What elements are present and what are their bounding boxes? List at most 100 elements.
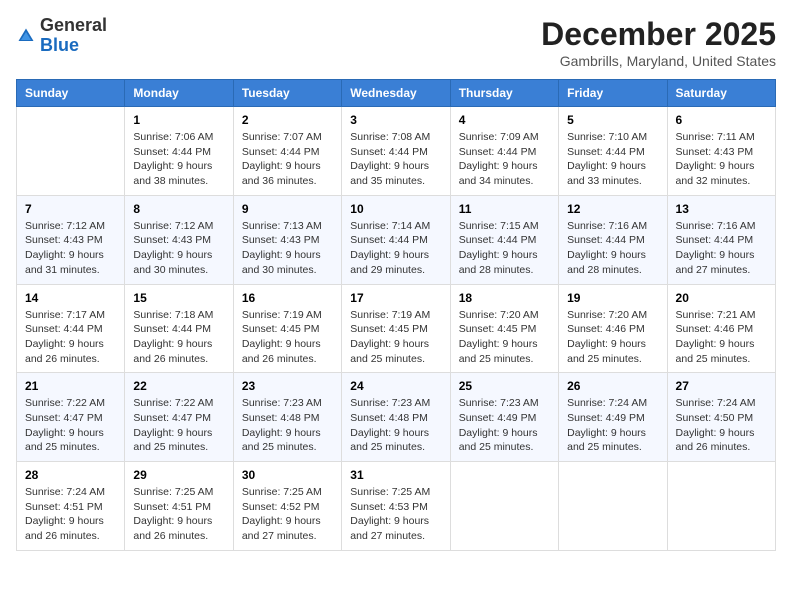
- day-detail: Sunrise: 7:12 AMSunset: 4:43 PMDaylight:…: [25, 219, 116, 278]
- day-detail: Sunrise: 7:11 AMSunset: 4:43 PMDaylight:…: [676, 130, 767, 189]
- day-number: 6: [676, 113, 767, 127]
- day-number: 22: [133, 379, 224, 393]
- calendar-cell: 4Sunrise: 7:09 AMSunset: 4:44 PMDaylight…: [450, 107, 558, 196]
- logo-blue: Blue: [40, 36, 107, 56]
- day-number: 29: [133, 468, 224, 482]
- calendar-cell: 5 Sunrise: 7:10 AMSunset: 4:44 PMDaylight…: [559, 107, 667, 196]
- weekday-header-wednesday: Wednesday: [342, 80, 450, 107]
- day-number: 15: [133, 291, 224, 305]
- calendar: SundayMondayTuesdayWednesdayThursdayFrid…: [16, 79, 776, 551]
- day-number: 2: [242, 113, 333, 127]
- day-number: 23: [242, 379, 333, 393]
- calendar-cell: 15 Sunrise: 7:18 AMSunset: 4:44 PMDayligh…: [125, 284, 233, 373]
- day-detail: Sunrise: 7:23 AMSunset: 4:48 PMDaylight:…: [350, 396, 441, 455]
- day-detail: Sunrise: 7:24 AMSunset: 4:50 PMDaylight:…: [676, 396, 767, 455]
- calendar-cell: 7 Sunrise: 7:12 AMSunset: 4:43 PMDaylight…: [17, 195, 125, 284]
- weekday-header-saturday: Saturday: [667, 80, 775, 107]
- calendar-cell: 31 Sunrise: 7:25 AMSunset: 4:53 PMDayligh…: [342, 462, 450, 551]
- day-number: 26: [567, 379, 658, 393]
- day-detail: Sunrise: 7:17 AMSunset: 4:44 PMDaylight:…: [25, 308, 116, 367]
- day-number: 1: [133, 113, 224, 127]
- day-number: 30: [242, 468, 333, 482]
- day-detail: Sunrise: 7:12 AMSunset: 4:43 PMDaylight:…: [133, 219, 224, 278]
- calendar-cell: 10 Sunrise: 7:14 AMSunset: 4:44 PMDayligh…: [342, 195, 450, 284]
- day-number: 11: [459, 202, 550, 216]
- calendar-cell: 8 Sunrise: 7:12 AMSunset: 4:43 PMDaylight…: [125, 195, 233, 284]
- calendar-cell: [17, 107, 125, 196]
- calendar-cell: 26 Sunrise: 7:24 AMSunset: 4:49 PMDayligh…: [559, 373, 667, 462]
- calendar-cell: 27 Sunrise: 7:24 AMSunset: 4:50 PMDayligh…: [667, 373, 775, 462]
- calendar-cell: 22 Sunrise: 7:22 AMSunset: 4:47 PMDayligh…: [125, 373, 233, 462]
- calendar-cell: 19Sunrise: 7:20 AMSunset: 4:46 PMDayligh…: [559, 284, 667, 373]
- calendar-cell: 1 Sunrise: 7:06 AMSunset: 4:44 PMDaylight…: [125, 107, 233, 196]
- day-detail: Sunrise: 7:21 AMSunset: 4:46 PMDaylight:…: [676, 308, 767, 367]
- calendar-cell: 9Sunrise: 7:13 AMSunset: 4:43 PMDaylight…: [233, 195, 341, 284]
- title-area: December 2025 Gambrills, Maryland, Unite…: [541, 16, 776, 69]
- day-detail: Sunrise: 7:16 AMSunset: 4:44 PMDaylight:…: [676, 219, 767, 278]
- day-number: 14: [25, 291, 116, 305]
- day-detail: Sunrise: 7:15 AMSunset: 4:44 PMDaylight:…: [459, 219, 550, 278]
- calendar-cell: [450, 462, 558, 551]
- day-number: 10: [350, 202, 441, 216]
- day-detail: Sunrise: 7:19 AMSunset: 4:45 PMDaylight:…: [242, 308, 333, 367]
- day-number: 13: [676, 202, 767, 216]
- month-title: December 2025: [541, 16, 776, 53]
- calendar-cell: 12 Sunrise: 7:16 AMSunset: 4:44 PMDayligh…: [559, 195, 667, 284]
- day-detail: Sunrise: 7:22 AMSunset: 4:47 PMDaylight:…: [133, 396, 224, 455]
- calendar-cell: 30 Sunrise: 7:25 AMSunset: 4:52 PMDayligh…: [233, 462, 341, 551]
- weekday-header-tuesday: Tuesday: [233, 80, 341, 107]
- day-number: 7: [25, 202, 116, 216]
- day-detail: Sunrise: 7:06 AMSunset: 4:44 PMDaylight:…: [133, 130, 224, 189]
- calendar-cell: 11 Sunrise: 7:15 AMSunset: 4:44 PMDayligh…: [450, 195, 558, 284]
- logo-general: General: [40, 16, 107, 36]
- day-number: 17: [350, 291, 441, 305]
- weekday-header-monday: Monday: [125, 80, 233, 107]
- calendar-cell: 13 Sunrise: 7:16 AMSunset: 4:44 PMDayligh…: [667, 195, 775, 284]
- day-detail: Sunrise: 7:25 AMSunset: 4:52 PMDaylight:…: [242, 485, 333, 544]
- calendar-cell: 18Sunrise: 7:20 AMSunset: 4:45 PMDayligh…: [450, 284, 558, 373]
- logo-text: General Blue: [40, 16, 107, 56]
- day-detail: Sunrise: 7:07 AMSunset: 4:44 PMDaylight:…: [242, 130, 333, 189]
- day-detail: Sunrise: 7:25 AMSunset: 4:53 PMDaylight:…: [350, 485, 441, 544]
- calendar-cell: 14 Sunrise: 7:17 AMSunset: 4:44 PMDayligh…: [17, 284, 125, 373]
- location-title: Gambrills, Maryland, United States: [541, 53, 776, 69]
- day-detail: Sunrise: 7:20 AMSunset: 4:46 PMDaylight:…: [567, 308, 658, 367]
- day-number: 5: [567, 113, 658, 127]
- calendar-cell: 17 Sunrise: 7:19 AMSunset: 4:45 PMDayligh…: [342, 284, 450, 373]
- day-detail: Sunrise: 7:22 AMSunset: 4:47 PMDaylight:…: [25, 396, 116, 455]
- day-number: 24: [350, 379, 441, 393]
- day-detail: Sunrise: 7:19 AMSunset: 4:45 PMDaylight:…: [350, 308, 441, 367]
- day-detail: Sunrise: 7:18 AMSunset: 4:44 PMDaylight:…: [133, 308, 224, 367]
- day-number: 31: [350, 468, 441, 482]
- day-number: 28: [25, 468, 116, 482]
- calendar-cell: 20Sunrise: 7:21 AMSunset: 4:46 PMDayligh…: [667, 284, 775, 373]
- day-number: 21: [25, 379, 116, 393]
- calendar-cell: 2 Sunrise: 7:07 AMSunset: 4:44 PMDaylight…: [233, 107, 341, 196]
- day-number: 8: [133, 202, 224, 216]
- calendar-cell: 23Sunrise: 7:23 AMSunset: 4:48 PMDayligh…: [233, 373, 341, 462]
- calendar-cell: 24 Sunrise: 7:23 AMSunset: 4:48 PMDayligh…: [342, 373, 450, 462]
- day-detail: Sunrise: 7:16 AMSunset: 4:44 PMDaylight:…: [567, 219, 658, 278]
- weekday-header-thursday: Thursday: [450, 80, 558, 107]
- day-detail: Sunrise: 7:24 AMSunset: 4:49 PMDaylight:…: [567, 396, 658, 455]
- header: General Blue December 2025 Gambrills, Ma…: [16, 16, 776, 69]
- logo: General Blue: [16, 16, 107, 56]
- calendar-cell: 3 Sunrise: 7:08 AMSunset: 4:44 PMDaylight…: [342, 107, 450, 196]
- day-number: 3: [350, 113, 441, 127]
- calendar-cell: 16 Sunrise: 7:19 AMSunset: 4:45 PMDayligh…: [233, 284, 341, 373]
- calendar-cell: 21 Sunrise: 7:22 AMSunset: 4:47 PMDayligh…: [17, 373, 125, 462]
- day-number: 16: [242, 291, 333, 305]
- day-number: 12: [567, 202, 658, 216]
- day-detail: Sunrise: 7:23 AMSunset: 4:49 PMDaylight:…: [459, 396, 550, 455]
- day-detail: Sunrise: 7:14 AMSunset: 4:44 PMDaylight:…: [350, 219, 441, 278]
- weekday-header-sunday: Sunday: [17, 80, 125, 107]
- day-number: 4: [459, 113, 550, 127]
- logo-icon: [16, 26, 36, 46]
- weekday-header-friday: Friday: [559, 80, 667, 107]
- day-number: 27: [676, 379, 767, 393]
- day-detail: Sunrise: 7:08 AMSunset: 4:44 PMDaylight:…: [350, 130, 441, 189]
- day-detail: Sunrise: 7:24 AMSunset: 4:51 PMDaylight:…: [25, 485, 116, 544]
- calendar-cell: 29Sunrise: 7:25 AMSunset: 4:51 PMDayligh…: [125, 462, 233, 551]
- calendar-cell: [667, 462, 775, 551]
- day-detail: Sunrise: 7:10 AMSunset: 4:44 PMDaylight:…: [567, 130, 658, 189]
